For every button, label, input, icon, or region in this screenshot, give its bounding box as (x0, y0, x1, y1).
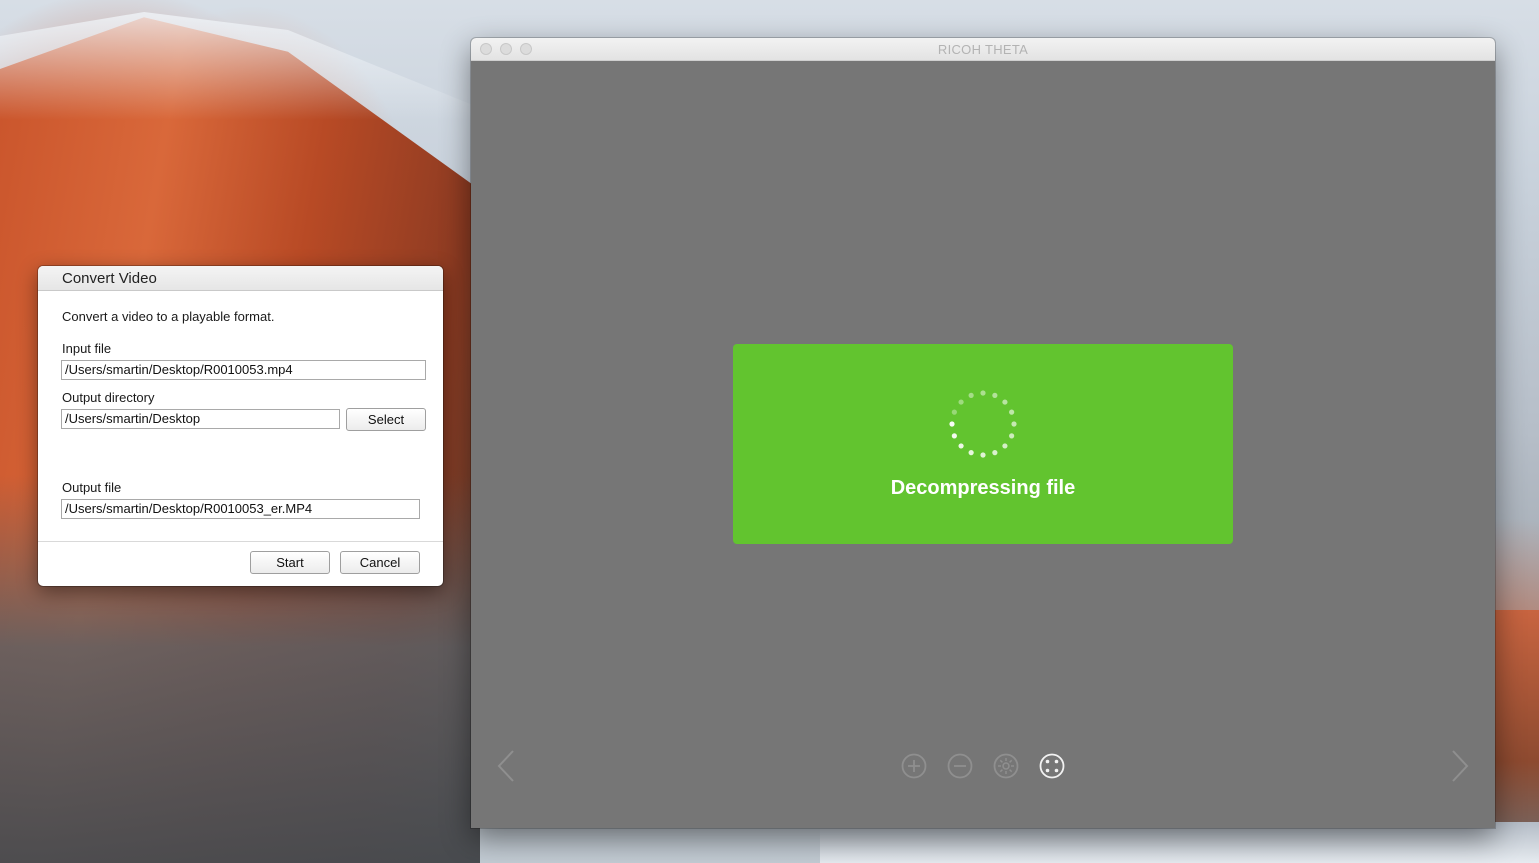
dialog-title: Convert Video (62, 270, 157, 287)
convert-video-dialog: Convert Video Convert a video to a playa… (38, 266, 443, 586)
spinner-dot (980, 452, 986, 458)
spinner-dot (1009, 433, 1015, 439)
zoom-in-icon[interactable] (899, 751, 929, 781)
output-file-label: Output file (62, 480, 122, 495)
spinner-dot (1011, 421, 1017, 427)
spinner-dot (951, 433, 957, 439)
start-button[interactable]: Start (250, 551, 330, 574)
progress-panel: Decompressing file (733, 344, 1233, 544)
chevron-right-icon[interactable] (1447, 748, 1471, 784)
spinner-dot (951, 409, 957, 415)
output-directory-label: Output directory (62, 390, 155, 405)
spinner-dot (1002, 443, 1008, 449)
spinner-dot (992, 450, 998, 456)
fullscreen-icon[interactable] (1037, 751, 1067, 781)
theta-window: RICOH THETA Decompressing file (471, 38, 1495, 828)
spinner-dot (968, 392, 974, 398)
spinner-dot (958, 399, 964, 405)
dialog-divider (38, 541, 443, 542)
loading-spinner-icon (949, 390, 1017, 458)
output-directory-field[interactable]: /Users/smartin/Desktop (61, 409, 340, 429)
cancel-button[interactable]: Cancel (340, 551, 420, 574)
progress-label: Decompressing file (890, 477, 1076, 499)
zoom-out-icon[interactable] (945, 751, 975, 781)
window-title: RICOH THETA (937, 42, 1029, 57)
input-file-label: Input file (62, 341, 112, 356)
wallpaper-bottom-snow (820, 822, 1539, 863)
spinner-dot (968, 450, 974, 456)
theta-titlebar[interactable]: RICOH THETA (471, 38, 1495, 61)
spinner-dot (1009, 409, 1015, 415)
spinner-dot (980, 390, 986, 396)
dialog-description: Convert a video to a playable format. (62, 309, 275, 324)
spinner-dot (958, 443, 964, 449)
spinner-dot (949, 421, 955, 427)
select-directory-button[interactable]: Select (346, 408, 426, 431)
viewer-toolbar (899, 751, 1069, 781)
wallpaper-snow (0, 12, 480, 120)
rotate-icon[interactable] (991, 751, 1021, 781)
chevron-left-icon[interactable] (495, 748, 519, 784)
spinner-dot (1002, 399, 1008, 405)
desktop: RICOH THETA Decompressing file Convert V… (0, 0, 1539, 863)
input-file-field[interactable]: /Users/smartin/Desktop/R0010053.mp4 (61, 360, 426, 380)
spinner-dot (992, 392, 998, 398)
output-file-field[interactable]: /Users/smartin/Desktop/R0010053_er.MP4 (61, 499, 420, 519)
